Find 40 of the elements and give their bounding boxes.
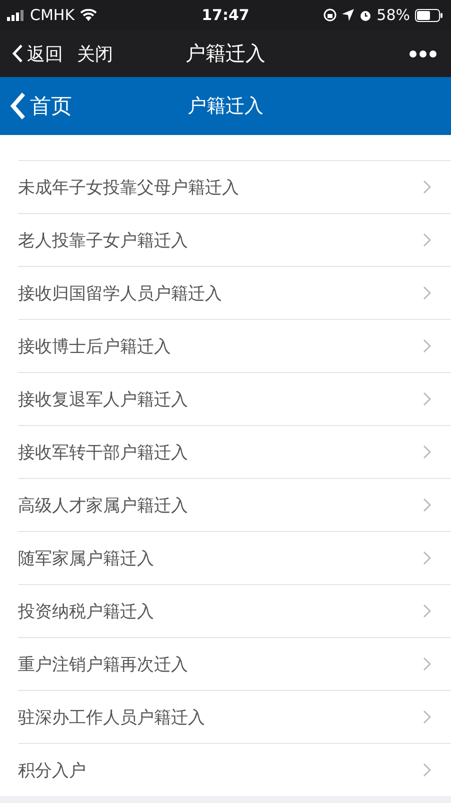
chevron-icon: [423, 498, 431, 512]
alarm-icon: [358, 8, 372, 22]
list-item[interactable]: 未成年子女投靠父母户籍迁入: [18, 160, 451, 214]
chevron-icon: [423, 445, 431, 459]
list-item[interactable]: 随军家属户籍迁入: [18, 532, 451, 585]
list-item[interactable]: 接收军转干部户籍迁入: [18, 426, 451, 479]
chevron-icon: [423, 604, 431, 618]
list-item[interactable]: 投资纳税户籍迁入: [18, 585, 451, 638]
chevron-icon: [423, 551, 431, 565]
back-button[interactable]: 返回: [12, 42, 63, 66]
list-item[interactable]: 高级人才家属户籍迁入: [18, 479, 451, 532]
chevron-icon: [423, 339, 431, 353]
back-chevron-icon: [10, 92, 26, 120]
page-title: 户籍迁入: [186, 40, 266, 67]
back-chevron-icon: [12, 44, 23, 63]
close-button[interactable]: 关闭: [77, 42, 113, 66]
clock-time: 17:47: [202, 6, 250, 24]
chevron-icon: [423, 233, 431, 247]
chevron-icon: [423, 180, 431, 194]
list-item[interactable]: 重户注销户籍再次迁入: [18, 638, 451, 691]
rotation-lock-icon: [322, 8, 337, 22]
chevron-icon: [423, 392, 431, 406]
chevron-icon: [423, 763, 431, 777]
home-back-button[interactable]: 首页: [10, 92, 72, 120]
carrier-name: CMHK: [30, 6, 75, 24]
wifi-icon: [80, 9, 97, 21]
chevron-icon: [423, 286, 431, 300]
list-item[interactable]: 接收复退军人户籍迁入: [18, 373, 451, 426]
location-icon: [342, 9, 354, 21]
list-item[interactable]: 老人投靠子女户籍迁入: [18, 214, 451, 267]
battery-percent: 58%: [376, 6, 410, 24]
battery-icon: [415, 8, 443, 22]
header-title: 户籍迁入: [188, 94, 264, 119]
more-icon[interactable]: [409, 50, 437, 58]
chevron-icon: [423, 710, 431, 724]
list-item[interactable]: 接收归国留学人员户籍迁入: [18, 267, 451, 320]
signal-icon: [7, 10, 25, 20]
chevron-icon: [423, 657, 431, 671]
list-item[interactable]: 接收博士后户籍迁入: [18, 320, 451, 373]
list-item[interactable]: 驻深办工作人员户籍迁入: [18, 691, 451, 744]
